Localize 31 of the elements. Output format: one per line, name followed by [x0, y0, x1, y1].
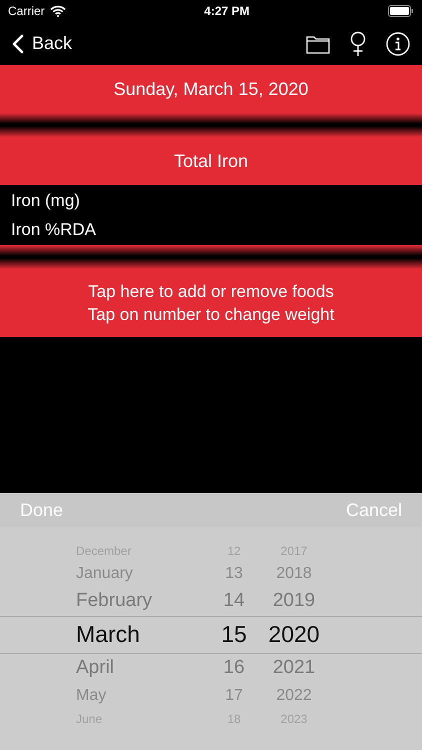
battery-icon [388, 5, 414, 17]
month-option[interactable]: January [76, 564, 210, 582]
carrier-label: Carrier [8, 4, 45, 18]
year-option[interactable]: 2021 [258, 657, 330, 679]
chevron-left-icon [12, 34, 24, 54]
nutrient-label: Iron %RDA [11, 220, 98, 240]
day-option[interactable]: 15 [210, 621, 258, 648]
info-icon[interactable] [386, 32, 410, 56]
month-option[interactable]: April [76, 657, 210, 679]
cancel-button[interactable]: Cancel [346, 500, 402, 520]
date-header[interactable]: Sunday, March 15, 2020 [0, 65, 422, 113]
folder-icon[interactable] [306, 34, 330, 54]
day-option[interactable]: 16 [210, 657, 258, 679]
day-option[interactable]: 13 [210, 564, 258, 582]
female-symbol-icon[interactable] [350, 30, 366, 56]
section-title: Total Iron [0, 137, 422, 185]
year-option[interactable]: 2022 [258, 686, 330, 704]
year-option[interactable]: 2018 [258, 564, 330, 582]
done-button[interactable]: Done [20, 500, 64, 520]
add-foods-button[interactable]: Tap here to add or remove foods Tap on number to change weight [0, 269, 422, 337]
back-button[interactable]: Back [12, 33, 72, 54]
month-option[interactable]: May [76, 686, 210, 704]
year-option[interactable]: 2019 [258, 590, 330, 612]
month-option[interactable]: March [76, 621, 210, 648]
nutrient-label: Iron (mg) [11, 190, 81, 210]
status-time: 4:27 PM [204, 4, 250, 18]
month-option[interactable]: February [76, 590, 210, 612]
day-option[interactable]: 17 [210, 686, 258, 704]
year-option[interactable]: 2020 [258, 621, 330, 648]
wifi-icon [50, 5, 66, 17]
day-option[interactable]: 14 [210, 590, 258, 612]
